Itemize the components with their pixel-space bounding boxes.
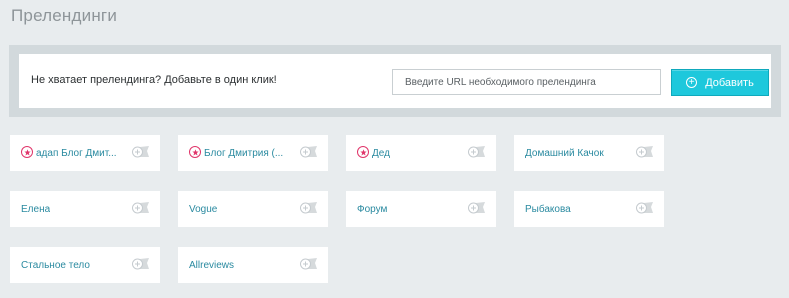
prelanding-url-input[interactable]: [392, 69, 661, 95]
add-flag-icon[interactable]: [299, 145, 319, 160]
prelanding-card[interactable]: Форум: [346, 191, 496, 227]
add-flag-icon[interactable]: [467, 145, 487, 160]
prelanding-grid: адап Блог Дмит... Блог Дмитрия (... Дед Дом…: [10, 135, 664, 283]
prelanding-card[interactable]: адап Блог Дмит...: [10, 135, 160, 171]
prelanding-card[interactable]: Елена: [10, 191, 160, 227]
prelanding-card-label[interactable]: адап Блог Дмит...: [36, 148, 117, 159]
add-flag-icon[interactable]: [467, 201, 487, 216]
prelanding-card-label[interactable]: Елена: [21, 204, 50, 215]
add-flag-icon[interactable]: [131, 257, 151, 272]
prelanding-card-label[interactable]: Блог Дмитрия (...: [204, 148, 283, 159]
prelanding-card-label[interactable]: Дед: [372, 148, 390, 159]
add-flag-icon[interactable]: [299, 201, 319, 216]
prelanding-card[interactable]: Блог Дмитрия (...: [178, 135, 328, 171]
add-flag-icon[interactable]: [131, 201, 151, 216]
prelanding-card[interactable]: Allreviews: [178, 247, 328, 283]
plus-circle-icon: +: [686, 77, 698, 88]
page-title: Прелендинги: [11, 6, 118, 25]
add-prelanding-box: Не хватает прелендинга? Добавьте в один …: [19, 54, 771, 108]
prelanding-card[interactable]: Дед: [346, 135, 496, 171]
prelanding-card-label[interactable]: Форум: [357, 204, 387, 215]
prelanding-card[interactable]: Стальное тело: [10, 247, 160, 283]
add-prelanding-panel: Не хватает прелендинга? Добавьте в один …: [9, 45, 781, 117]
prelanding-card-label[interactable]: Домашний Качок: [525, 148, 604, 159]
prelanding-card-label[interactable]: Рыбакова: [525, 204, 571, 215]
prelanding-card-label[interactable]: Стальное тело: [21, 260, 90, 271]
add-flag-icon[interactable]: [299, 257, 319, 272]
prelanding-card-label[interactable]: Vogue: [189, 204, 217, 215]
prelanding-card-label[interactable]: Allreviews: [189, 260, 234, 271]
add-flag-icon[interactable]: [131, 145, 151, 160]
add-flag-icon[interactable]: [635, 145, 655, 160]
add-flag-icon[interactable]: [635, 201, 655, 216]
prelanding-card[interactable]: Домашний Качок: [514, 135, 664, 171]
prelanding-card[interactable]: Рыбакова: [514, 191, 664, 227]
star-icon: [189, 146, 201, 158]
add-prelanding-label: Не хватает прелендинга? Добавьте в один …: [31, 74, 277, 86]
star-icon: [21, 146, 33, 158]
add-button[interactable]: + Добавить: [671, 69, 769, 96]
add-button-label: Добавить: [705, 76, 754, 89]
prelanding-card[interactable]: Vogue: [178, 191, 328, 227]
star-icon: [357, 146, 369, 158]
